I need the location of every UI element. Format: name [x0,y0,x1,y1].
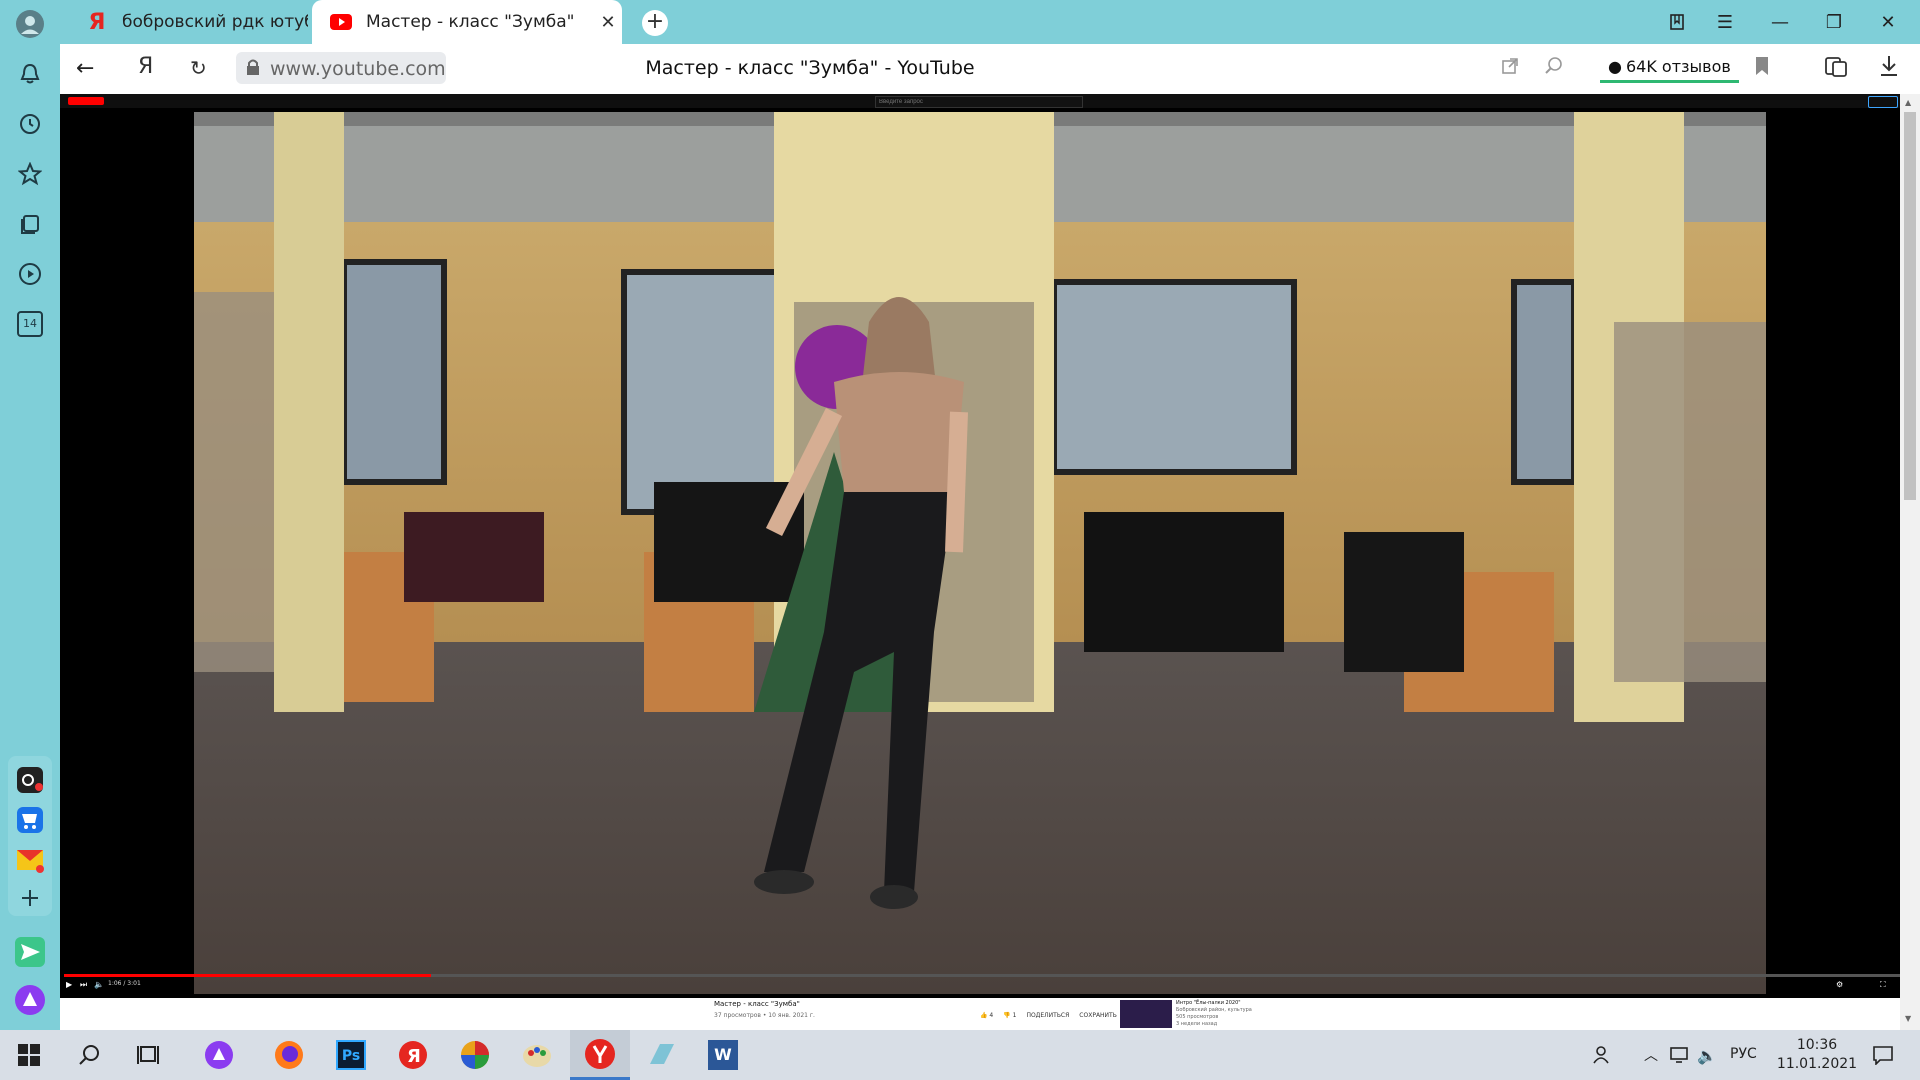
color-wheel-app-icon[interactable] [458,1038,492,1072]
tab-title: Мастер - класс "Зумба" [366,12,575,32]
video-title: Мастер - класс "Зумба" [714,1000,800,1008]
messenger-icon[interactable] [14,936,46,968]
action-row: 👍 4 👎 1 ПОДЕЛИТЬСЯ СОХРАНИТЬ [980,1012,1117,1019]
tab-search[interactable]: Я бобровский рдк ютуб — Я [68,0,308,44]
related-views: 505 просмотров [1176,1014,1219,1020]
open-external-icon[interactable] [1500,56,1520,80]
calendar-badge: 14 [17,311,43,337]
reviews-badge[interactable]: ● 64K отзывов [1600,52,1739,83]
scroll-up-icon[interactable]: ▲ [1905,98,1911,107]
video-info: Мастер - класс "Зумба" 37 просмотров • 1… [60,998,1900,1030]
tab-youtube[interactable]: Мастер - класс "Зумба" ✕ [312,0,622,44]
windows-start-icon[interactable] [12,1038,46,1072]
alice-station-icon[interactable] [14,764,46,796]
taskbar: Ps Я W ︿ 🔈 РУС 10:36 11.01.2021 [0,1030,1920,1080]
profile-avatar[interactable] [14,8,46,40]
firefox-icon[interactable] [272,1038,306,1072]
share-button[interactable]: ПОДЕЛИТЬСЯ [1026,1012,1069,1019]
youtube-search-input[interactable] [875,96,1083,108]
video-play-icon[interactable] [14,258,46,290]
time-display: 1:06 / 3:01 [108,980,141,987]
collections-icon[interactable] [14,208,46,240]
reader-mode-icon[interactable] [1824,54,1848,82]
progress-fill [64,974,432,977]
history-clock-icon[interactable] [14,108,46,140]
add-app-plus-icon[interactable] [14,882,46,914]
sign-in-button[interactable] [1868,96,1898,108]
minimize-button[interactable]: — [1760,6,1800,38]
sidebar-apps-panel [8,756,52,916]
yandex-app-icon[interactable]: Я [396,1038,430,1072]
browser-sidebar: 14 [0,0,60,1030]
menu-icon[interactable]: ☰ [1705,6,1745,38]
mail-icon[interactable] [14,844,46,876]
tab-title: бобровский рдк ютуб — Я [122,12,308,32]
alice-assistant-icon[interactable] [14,984,46,1016]
bookmark-icon[interactable] [1754,56,1770,80]
volume-icon[interactable]: 🔈 [94,980,104,989]
youtube-topbar [60,94,1900,108]
player-controls: ▶ ⏭ 🔈 1:06 / 3:01 ⚙ ⛶ [60,974,1900,994]
related-age: 3 недели назад [1176,1021,1218,1027]
clock[interactable]: 10:36 11.01.2021 [1772,1036,1862,1074]
save-button[interactable]: СОХРАНИТЬ [1079,1012,1117,1019]
related-thumbnail[interactable] [1120,1000,1172,1028]
clock-date: 11.01.2021 [1776,1056,1858,1072]
page-content: ▶ ⏭ 🔈 1:06 / 3:01 ⚙ ⛶ Мастер - класс "Зу… [60,94,1920,1030]
action-center-icon[interactable] [1866,1038,1900,1072]
alice-taskbar-icon[interactable] [202,1038,236,1072]
page-title: Мастер - класс "Зумба" - YouTube [645,57,975,79]
progress-track[interactable] [64,974,1900,977]
youtube-icon [330,11,352,33]
page-scrollbar[interactable]: ▲ ▼ [1900,94,1920,1030]
calendar-icon[interactable]: 14 [14,308,46,340]
speaker-icon[interactable]: 🔈 [1690,1038,1724,1072]
new-tab-button[interactable]: + [642,10,668,36]
people-icon[interactable] [1584,1038,1618,1072]
bookmarks-panel-icon[interactable] [1658,6,1698,38]
paint-palette-icon[interactable] [520,1038,554,1072]
youtube-logo[interactable] [68,97,104,105]
speech-bubble-icon: ● [1608,56,1622,76]
video-meta: 37 просмотров • 10 янв. 2021 г. [714,1012,815,1019]
address-bar: ← Я ↻ www.youtube.com Мастер - класс "Зу… [60,44,1920,94]
svg-text:Я: Я [407,1046,421,1067]
related-video[interactable]: Интро "Ёлы-палки 2020" Бобровский район,… [1176,1000,1252,1028]
fullscreen-icon[interactable]: ⛶ [1880,980,1886,990]
related-channel: Бобровский район, культура [1176,1007,1252,1013]
clock-time: 10:36 [1796,1037,1838,1053]
scroll-thumb[interactable] [1904,112,1916,500]
download-icon[interactable] [1878,54,1900,82]
yandex-y-icon: Я [88,9,106,35]
scroll-down-icon[interactable]: ▼ [1905,1014,1911,1023]
related-title: Интро "Ёлы-палки 2020" [1176,1000,1241,1006]
yandex-browser-taskbar-button[interactable] [570,1030,630,1080]
notes-app-icon[interactable] [644,1038,678,1072]
video-frame [194,112,1766,994]
search-icon[interactable] [72,1038,106,1072]
bookmarks-star-icon[interactable] [14,158,46,190]
restore-button[interactable]: ❐ [1814,6,1854,38]
notifications-bell-icon[interactable] [14,58,46,90]
market-cart-icon[interactable] [14,804,46,836]
dislike-count: 1 [1012,1012,1017,1019]
like-button[interactable]: 👍 4 [980,1012,993,1019]
settings-gear-icon[interactable]: ⚙ [1836,980,1843,989]
search-page-icon[interactable] [1544,56,1564,80]
dislike-button[interactable]: 👎 1 [1003,1012,1016,1019]
close-tab-icon[interactable]: ✕ [594,12,622,33]
play-icon[interactable]: ▶ [66,980,72,989]
video-player[interactable] [194,112,1766,994]
tab-strip: Я бобровский рдк ютуб — Я Мастер - класс… [60,0,1920,44]
next-icon[interactable]: ⏭ [80,980,87,990]
photoshop-icon[interactable]: Ps [334,1038,368,1072]
language-indicator[interactable]: РУС [1730,1046,1757,1062]
close-window-button[interactable]: ✕ [1868,6,1908,38]
like-count: 4 [989,1012,994,1019]
task-view-icon[interactable] [132,1038,166,1072]
word-icon[interactable]: W [706,1038,740,1072]
reviews-text: 64K отзывов [1625,56,1731,76]
